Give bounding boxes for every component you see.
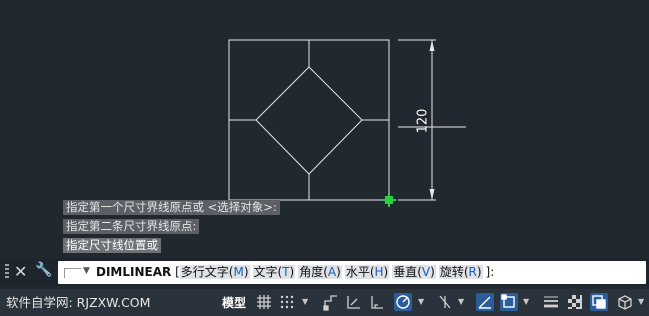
lineweight-icon[interactable] <box>542 293 560 311</box>
option-multiline-text[interactable]: 多行文字(M) <box>179 265 250 279</box>
object-snap-icon[interactable] <box>500 293 518 311</box>
arrowhead-bottom <box>429 189 435 200</box>
transparency-icon[interactable] <box>566 293 584 311</box>
inner-diamond <box>255 66 363 175</box>
option-rotate[interactable]: 旋转(R) <box>438 265 483 279</box>
option-text[interactable]: 文字(T) <box>252 265 296 279</box>
chevron-down-icon[interactable]: ▼ <box>83 266 90 276</box>
model-tab[interactable]: 模型 <box>222 294 246 311</box>
bracket: ]: <box>485 265 495 279</box>
grid-icon[interactable] <box>255 293 273 311</box>
watermark-text: 软件自学网: RJZXW.COM <box>6 295 151 310</box>
dimension-text: 120 <box>416 109 431 134</box>
command-history-icon[interactable] <box>64 268 81 278</box>
selection-cycling-icon[interactable] <box>590 293 608 311</box>
object-snap-tracking-icon[interactable] <box>476 293 494 311</box>
option-angle[interactable]: 角度(A) <box>298 265 342 279</box>
option-vertical[interactable]: 垂直(V) <box>392 265 436 279</box>
infer-constraints-icon[interactable] <box>322 293 340 311</box>
arrowhead-top <box>429 40 435 51</box>
wrench-icon[interactable]: 🔧 <box>35 262 52 278</box>
snap-marker <box>382 193 396 207</box>
isodraft-dropdown-icon[interactable]: ▼ <box>458 297 464 306</box>
ortho-icon[interactable] <box>368 293 386 311</box>
drag-grip-icon[interactable] <box>5 264 9 280</box>
3d-osnap-icon[interactable] <box>616 293 634 311</box>
command-line-bar: ✕ 🔧 ▼ DIMLINEAR [多行文字(M) 文字(T) 角度(A) 水平(H) 垂… <box>0 258 649 286</box>
command-input[interactable]: ▼ DIMLINEAR [多行文字(M) 文字(T) 角度(A) 水平(H) 垂直(V)… <box>58 261 646 284</box>
status-bar: 软件自学网: RJZXW.COM 模型 ▼ ▼ ▼ ▼ ▼ <box>0 289 649 316</box>
snap-grid-icon[interactable] <box>278 293 296 311</box>
polar-dropdown-icon[interactable]: ▼ <box>418 297 424 306</box>
close-icon[interactable]: ✕ <box>14 262 27 281</box>
isodraft-icon[interactable] <box>436 293 454 311</box>
dynamic-input-icon[interactable] <box>345 293 363 311</box>
command-prompt-current: 指定尺寸线位置或 <box>63 238 161 253</box>
command-history-line: 指定第二条尺寸界线原点: <box>63 219 200 234</box>
command-name: DIMLINEAR <box>96 265 172 279</box>
command-history-line: 指定第一个尺寸界线原点或 <选择对象>: <box>63 200 280 215</box>
command-text: DIMLINEAR [多行文字(M) 文字(T) 角度(A) 水平(H) 垂直(V) 旋转… <box>96 261 494 284</box>
option-horizontal[interactable]: 水平(H) <box>344 265 390 279</box>
3d-osnap-dropdown-icon[interactable]: ▼ <box>638 297 644 306</box>
object-snap-dropdown-icon[interactable]: ▼ <box>523 297 529 306</box>
snap-dropdown-icon[interactable]: ▼ <box>302 297 308 306</box>
polar-tracking-icon[interactable] <box>394 293 412 311</box>
